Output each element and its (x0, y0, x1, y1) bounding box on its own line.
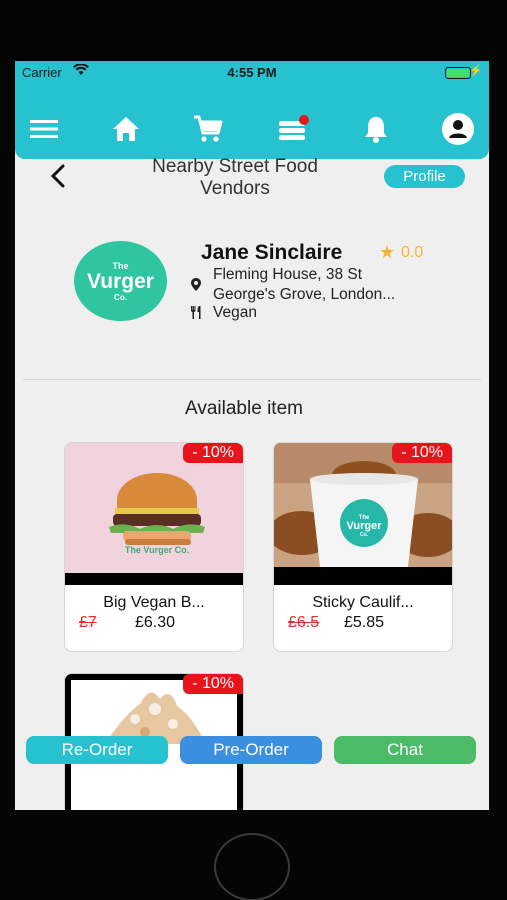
preorder-button[interactable]: Pre-Order (180, 736, 322, 764)
svg-text:Vurger: Vurger (346, 520, 382, 532)
item-card[interactable]: The Vurger Co. - 10% Big Vegan B... £7 £… (64, 442, 244, 652)
discount-badge: - 10% (392, 443, 452, 463)
item-price: £6.30 (135, 614, 176, 631)
reorder-button[interactable]: Re-Order (26, 736, 168, 764)
item-old-price: £6.5 (288, 614, 320, 631)
battery-icon (445, 67, 471, 79)
status-bar: Carrier 4:55 PM ⚡ (15, 61, 489, 85)
item-card[interactable]: The Vurger Co. - 10% Sticky Caulif... £6… (273, 442, 453, 652)
section-title: Available item (185, 398, 303, 419)
vendor-logo: The Vurger Co. (74, 241, 167, 321)
item-image-burger: The Vurger Co. (65, 443, 243, 585)
star-icon: ★ (379, 242, 396, 262)
item-old-price: £7 (79, 614, 97, 631)
item-price: £5.85 (344, 614, 385, 631)
phone-frame: Carrier 4:55 PM ⚡ Nearby Street Food Ven… (0, 0, 507, 900)
cutlery-icon (190, 306, 202, 322)
charging-icon: ⚡ (469, 65, 483, 77)
item-name: Sticky Caulif... (312, 594, 414, 611)
vendor-cuisine: Vegan (213, 304, 257, 321)
rating-value: 0.0 (401, 244, 424, 261)
top-nav-bar (15, 85, 489, 159)
profile-button[interactable]: Profile (384, 165, 465, 188)
divider (23, 379, 481, 380)
vendor-address: Fleming House, 38 St George's Grove, Lon… (213, 266, 396, 303)
vendor-name: Jane Sinclaire (201, 241, 343, 264)
menu-icon[interactable] (27, 112, 61, 146)
cart-icon[interactable] (191, 112, 225, 146)
home-icon[interactable] (109, 112, 143, 146)
discount-badge: - 10% (183, 674, 243, 694)
device-home-button[interactable] (214, 833, 290, 900)
orders-icon[interactable] (276, 112, 310, 146)
clock: 4:55 PM (227, 65, 277, 80)
bell-icon[interactable] (359, 112, 393, 146)
item-name: Big Vegan B... (103, 594, 205, 611)
account-icon[interactable] (441, 112, 475, 146)
app-screen: Carrier 4:55 PM ⚡ Nearby Street Food Ven… (15, 61, 489, 810)
chat-button[interactable]: Chat (334, 736, 476, 764)
discount-badge: - 10% (183, 443, 243, 463)
svg-text:The Vurger Co.: The Vurger Co. (125, 545, 189, 555)
svg-text:Co.: Co. (360, 532, 369, 538)
page-title: Nearby Street Food Vendors (152, 156, 318, 199)
chevron-left-icon (50, 164, 65, 188)
location-pin-icon (191, 278, 201, 294)
back-button[interactable] (45, 161, 75, 191)
item-image-cauliflower: The Vurger Co. (274, 443, 452, 585)
